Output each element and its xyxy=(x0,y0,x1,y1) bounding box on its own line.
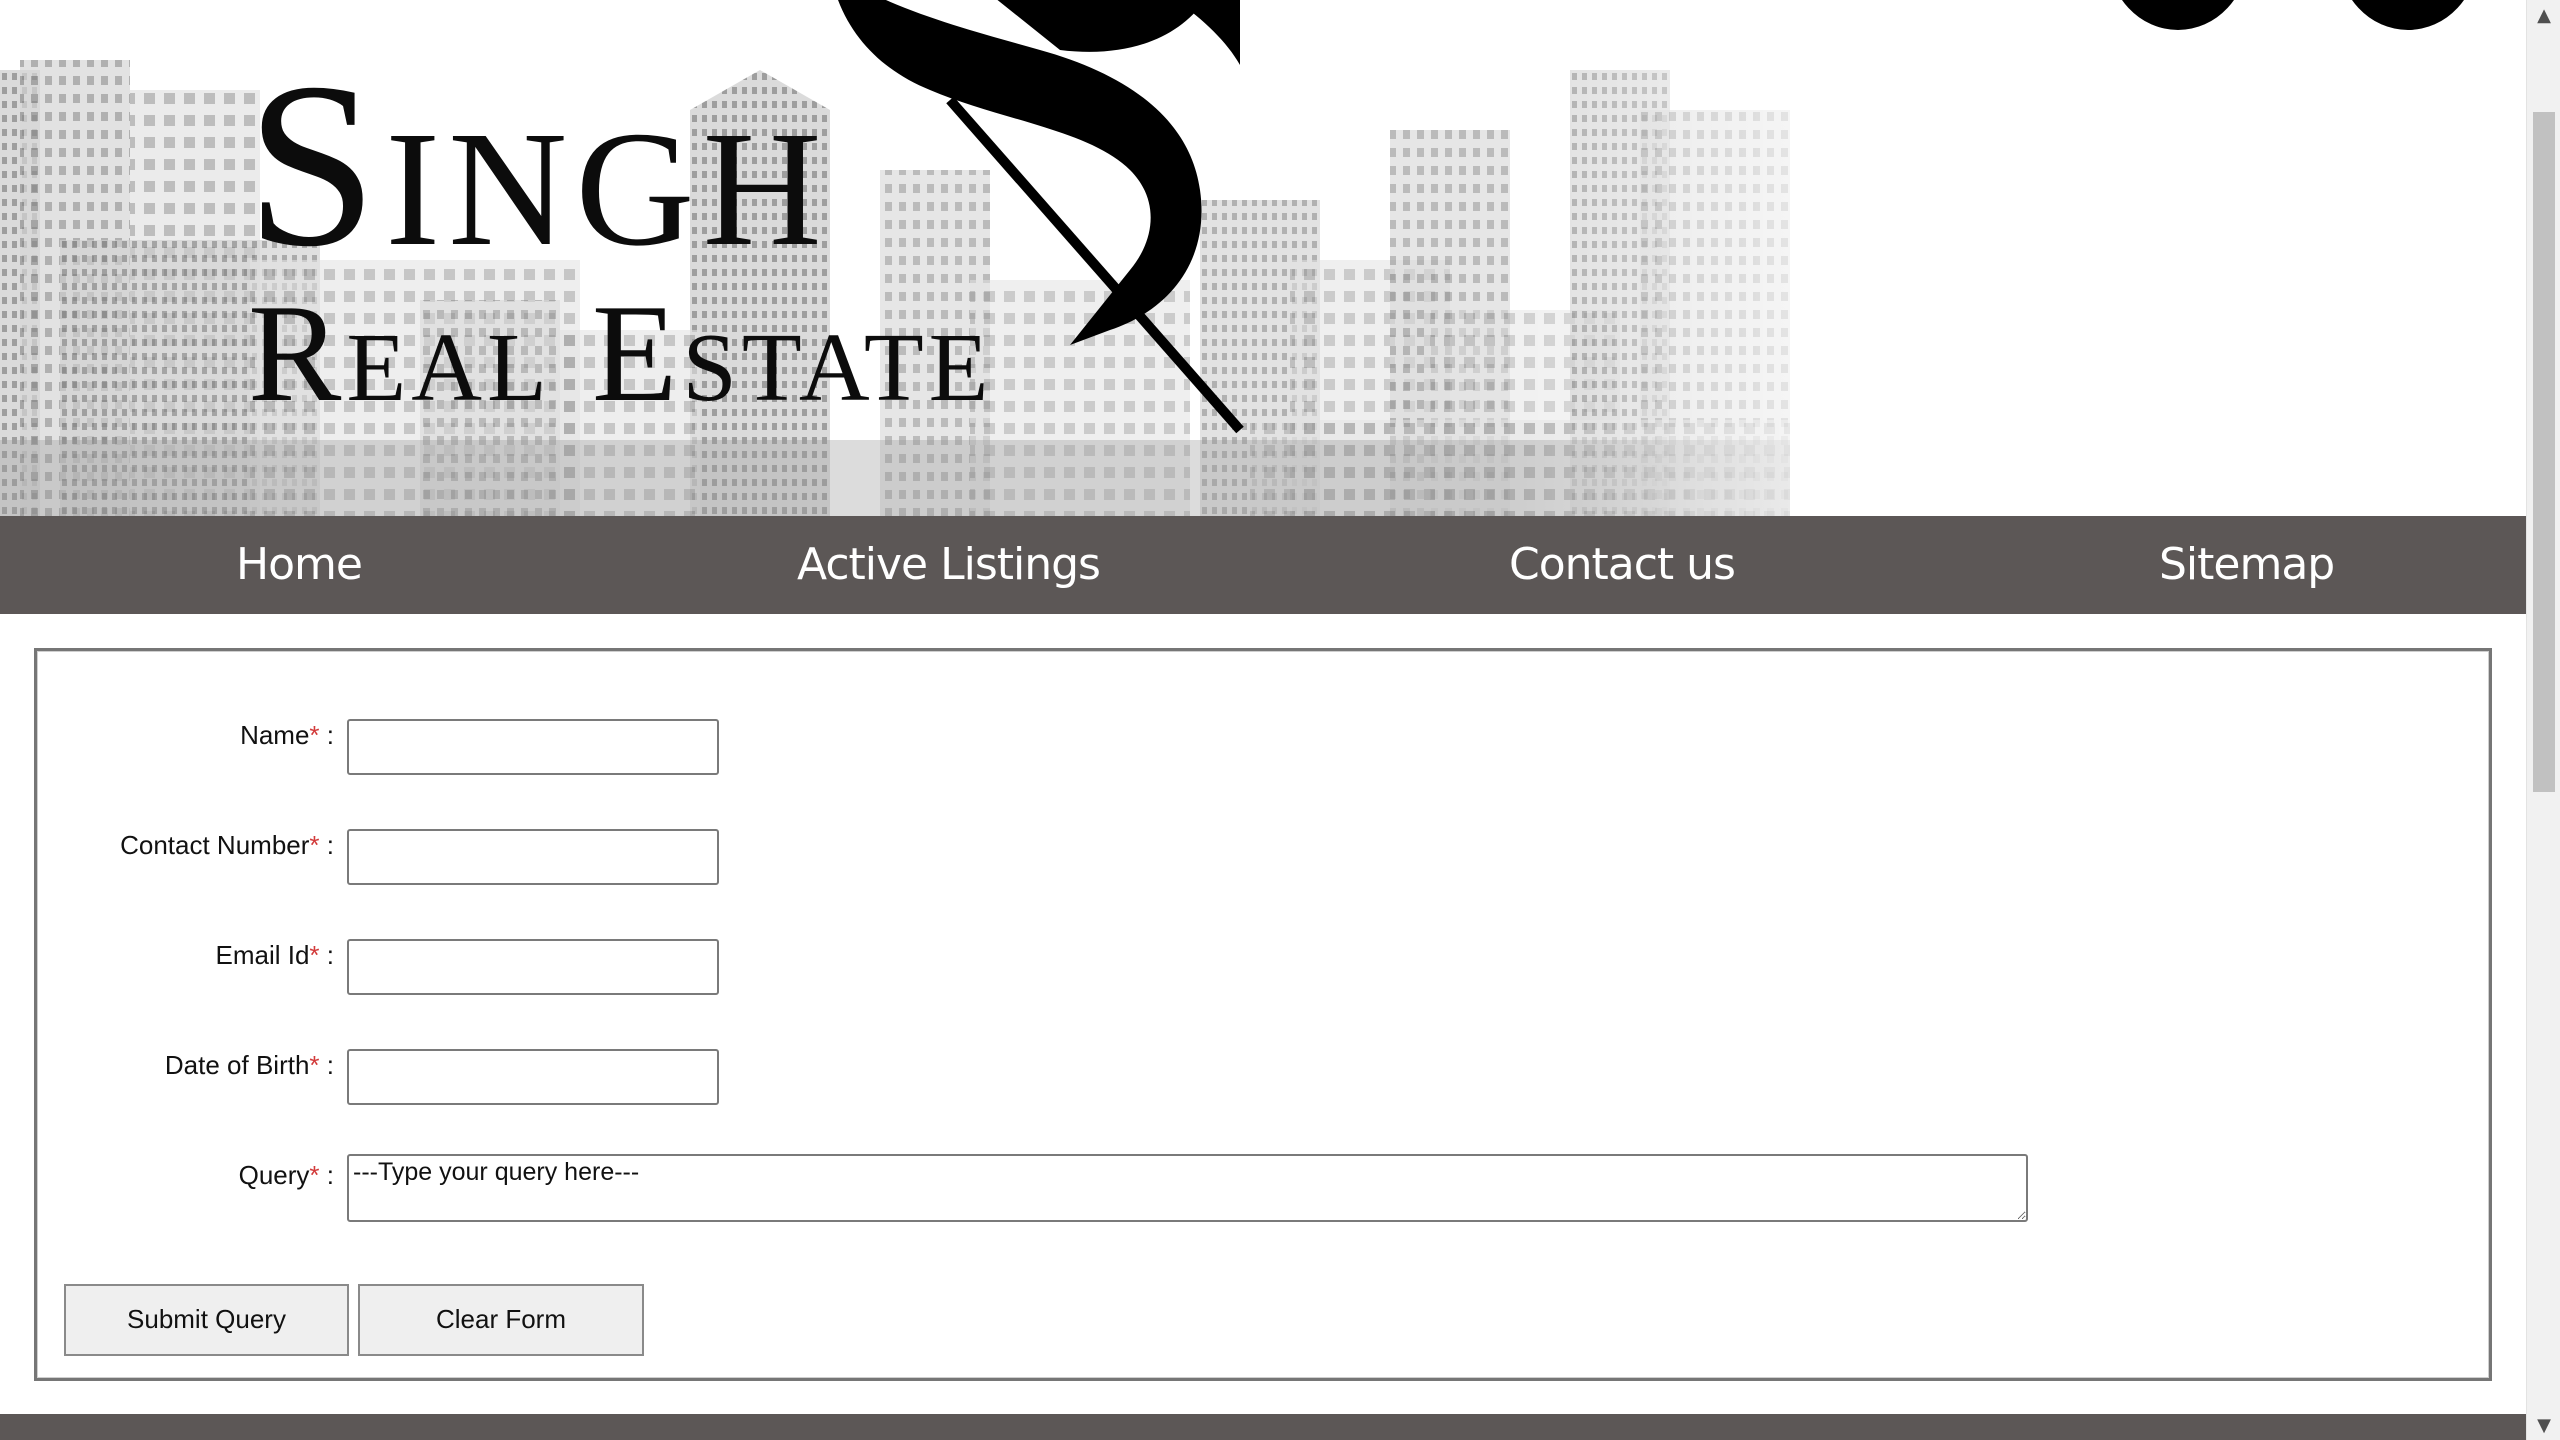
contact-number-label: Contact Number* : xyxy=(120,830,334,860)
page: Singh Real Estate Home Active Listings C… xyxy=(0,0,2526,1440)
main-nav: Home Active Listings Contact us Sitemap xyxy=(0,516,2526,614)
query-textarea[interactable]: ---Type your query here--- xyxy=(347,1154,2028,1222)
required-mark: * xyxy=(309,830,320,860)
nav-item-home[interactable]: Home xyxy=(236,516,363,614)
date-of-birth-input[interactable] xyxy=(347,1049,719,1105)
name-label: Name* : xyxy=(240,720,334,750)
required-mark: * xyxy=(309,720,320,750)
footer-strip xyxy=(0,1414,2526,1440)
scroll-down-arrow-icon[interactable]: ▼ xyxy=(2527,1410,2560,1440)
required-mark: * xyxy=(309,1050,320,1080)
query-label: Query* : xyxy=(238,1160,334,1190)
scroll-up-arrow-icon[interactable]: ▲ xyxy=(2527,0,2560,30)
vertical-scrollbar[interactable]: ▲ ▼ xyxy=(2526,0,2560,1440)
nav-item-active-listings[interactable]: Active Listings xyxy=(797,516,1101,614)
nav-item-contact-us[interactable]: Contact us xyxy=(1509,516,1736,614)
header-banner: Singh Real Estate xyxy=(0,0,2526,516)
logo-singh-text: Singh xyxy=(246,35,830,296)
social-icon[interactable] xyxy=(2338,0,2478,30)
submit-query-button[interactable]: Submit Query xyxy=(64,1284,349,1356)
required-mark: * xyxy=(309,1160,320,1190)
email-input[interactable] xyxy=(347,939,719,995)
required-mark: * xyxy=(309,940,320,970)
nav-item-sitemap[interactable]: Sitemap xyxy=(2159,516,2335,614)
clear-form-button[interactable]: Clear Form xyxy=(358,1284,644,1356)
date-of-birth-label: Date of Birth* : xyxy=(164,1050,334,1080)
contact-number-input[interactable] xyxy=(347,829,719,885)
email-label: Email Id* : xyxy=(215,940,335,970)
logo-real-estate-text: Real Estate xyxy=(248,276,994,431)
social-icon[interactable] xyxy=(2108,0,2248,30)
scrollbar-thumb[interactable] xyxy=(2533,112,2555,792)
name-input[interactable] xyxy=(347,719,719,775)
